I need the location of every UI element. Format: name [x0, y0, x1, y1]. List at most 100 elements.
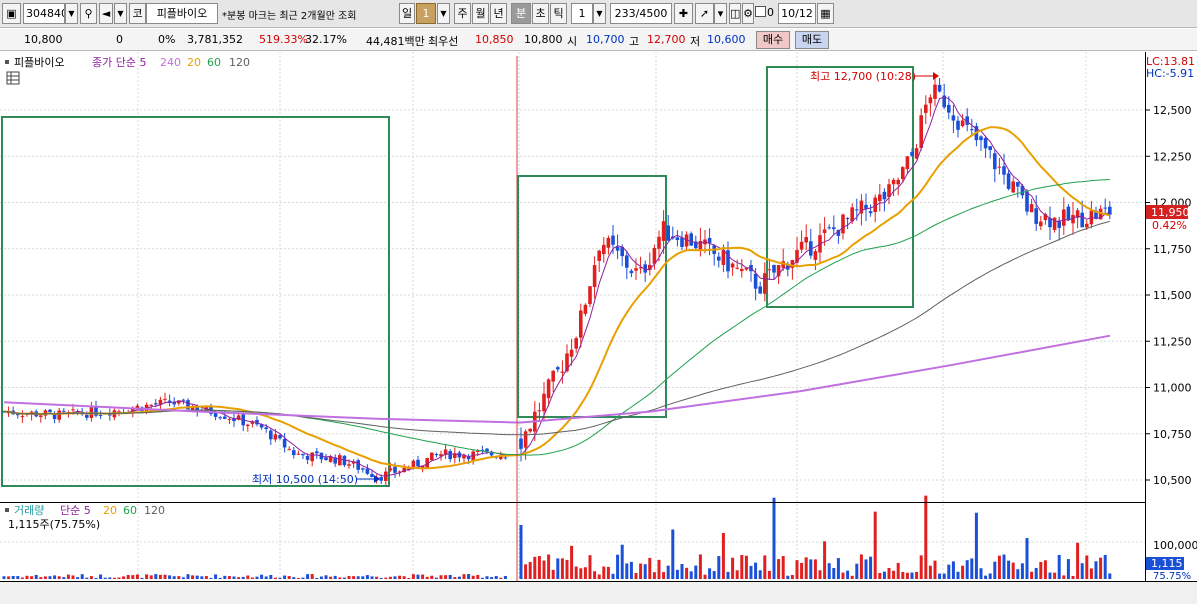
volume-bar	[315, 577, 319, 579]
date-field[interactable]: 10/12	[778, 3, 816, 24]
volume-bar	[411, 574, 415, 579]
indicator-button[interactable]: ✚	[674, 3, 693, 24]
speaker-button[interactable]: ◄	[99, 3, 113, 24]
volume-bar	[66, 574, 70, 579]
candle-body	[832, 227, 836, 230]
candle-body	[841, 214, 845, 234]
volume-bar	[800, 562, 804, 579]
period-year-button[interactable]: 년	[490, 3, 507, 24]
volume-bar	[1020, 563, 1024, 579]
interval-field[interactable]: 1	[571, 3, 593, 24]
speaker-dropdown-button[interactable]: ▼	[114, 3, 127, 24]
search-icon: ⚲	[84, 7, 93, 20]
candle-body	[910, 152, 914, 156]
volume-bar	[158, 574, 162, 579]
volume-bar	[1002, 554, 1006, 579]
period-count-field[interactable]: 1	[416, 3, 436, 24]
volume-bar	[209, 577, 213, 579]
volume-tick-label: 100,000	[1153, 539, 1197, 552]
volume-bar	[859, 554, 863, 579]
window-icon: ▣	[6, 7, 17, 20]
volume-bar	[809, 559, 813, 579]
volume-bar	[547, 554, 551, 579]
gear-icon: ⚙	[743, 7, 753, 20]
period-second-button[interactable]: 초	[532, 3, 549, 24]
volume-bar	[643, 564, 647, 579]
volume-bar	[347, 575, 351, 579]
volume-bar	[1053, 572, 1057, 579]
high-price: 12,700	[647, 33, 686, 46]
candle-body	[503, 457, 508, 459]
buy-button[interactable]: 매수	[756, 31, 790, 49]
search-button[interactable]: ⚲	[80, 3, 97, 24]
candle-body	[347, 464, 351, 466]
volume-bar	[616, 554, 620, 579]
volume-bar	[338, 577, 342, 579]
calendar-icon: ▦	[820, 7, 831, 20]
stock-code-input[interactable]: 304840	[23, 3, 65, 24]
candle-body	[523, 431, 528, 448]
volume-bar	[462, 574, 466, 579]
volume-bar	[1089, 568, 1093, 579]
price-change-pct: 0%	[158, 33, 176, 46]
drawing-tools-dropdown[interactable]: ▾	[714, 3, 727, 24]
market-badge: 코	[129, 3, 146, 24]
volume-bar	[878, 573, 882, 579]
volume-bar	[310, 574, 314, 579]
price-tick-label: 10,500	[1153, 474, 1192, 487]
chevron-down-icon: ▼	[68, 9, 75, 18]
candle-body	[675, 237, 680, 241]
volume-bar	[662, 572, 666, 579]
drawing-tools-button[interactable]: ➚	[695, 3, 714, 24]
settings-button[interactable]: ⚙	[742, 3, 754, 24]
volume-bar	[283, 575, 287, 579]
candle-body	[287, 449, 291, 451]
candle-body	[448, 451, 452, 460]
period-minute-button[interactable]: 분	[511, 3, 531, 24]
volume-bar	[777, 559, 781, 579]
volume-bar	[542, 560, 546, 579]
code-dropdown-button[interactable]: ▼	[65, 3, 78, 24]
data-count-field[interactable]: 233/4500	[610, 3, 672, 24]
window-menu-button[interactable]: ▣	[2, 3, 21, 24]
candle-body	[933, 84, 937, 99]
period-day-button[interactable]: 일	[399, 3, 415, 24]
volume-bar	[342, 577, 346, 579]
period-month-button[interactable]: 월	[472, 3, 489, 24]
candlestick-chart[interactable]: 12,50012,25012,00011,75011,50011,25011,0…	[0, 52, 1197, 604]
candle-body	[588, 286, 592, 305]
volume-bar	[1016, 569, 1020, 579]
stock-name-field[interactable]: 피플바이오	[146, 3, 218, 24]
volume-bar	[556, 558, 560, 579]
volume-bar	[448, 574, 452, 579]
price-tick-label: 11,000	[1153, 382, 1192, 395]
volume-bar	[740, 555, 744, 579]
zero-checkbox[interactable]	[755, 6, 766, 17]
chart-area[interactable]: 12,500 12,250 12,000 11,750 11,500 11,250 11,0…	[0, 52, 1197, 604]
volume-bar	[186, 574, 190, 579]
interval-dropdown-button[interactable]: ▼	[593, 3, 606, 24]
volume-bar	[218, 577, 222, 579]
chevron-down-icon: ▼	[596, 9, 603, 18]
save-button[interactable]: ◫	[729, 3, 741, 24]
volume-bar	[384, 577, 388, 579]
period-tick-button[interactable]: 틱	[550, 3, 567, 24]
volume-bar	[25, 575, 29, 579]
volume-bar	[726, 571, 730, 579]
volume-bar	[80, 574, 84, 579]
candle-body	[370, 474, 374, 478]
turnover-rate: 32.17%	[305, 33, 347, 46]
sell-button[interactable]: 매도	[795, 31, 829, 49]
volume-bar	[597, 574, 601, 579]
calendar-button[interactable]: ▦	[817, 3, 834, 24]
volume-bar	[195, 575, 199, 579]
candle-body	[997, 166, 1002, 168]
price-tick-label: 11,750	[1153, 243, 1192, 256]
table-toggle-icon[interactable]	[6, 71, 20, 85]
candle-body	[71, 409, 75, 411]
volume-bar	[528, 561, 532, 579]
period-count-dropdown[interactable]: ▼	[437, 3, 450, 24]
volume-bar	[574, 566, 578, 579]
candle-body	[296, 453, 301, 455]
period-week-button[interactable]: 주	[454, 3, 471, 24]
